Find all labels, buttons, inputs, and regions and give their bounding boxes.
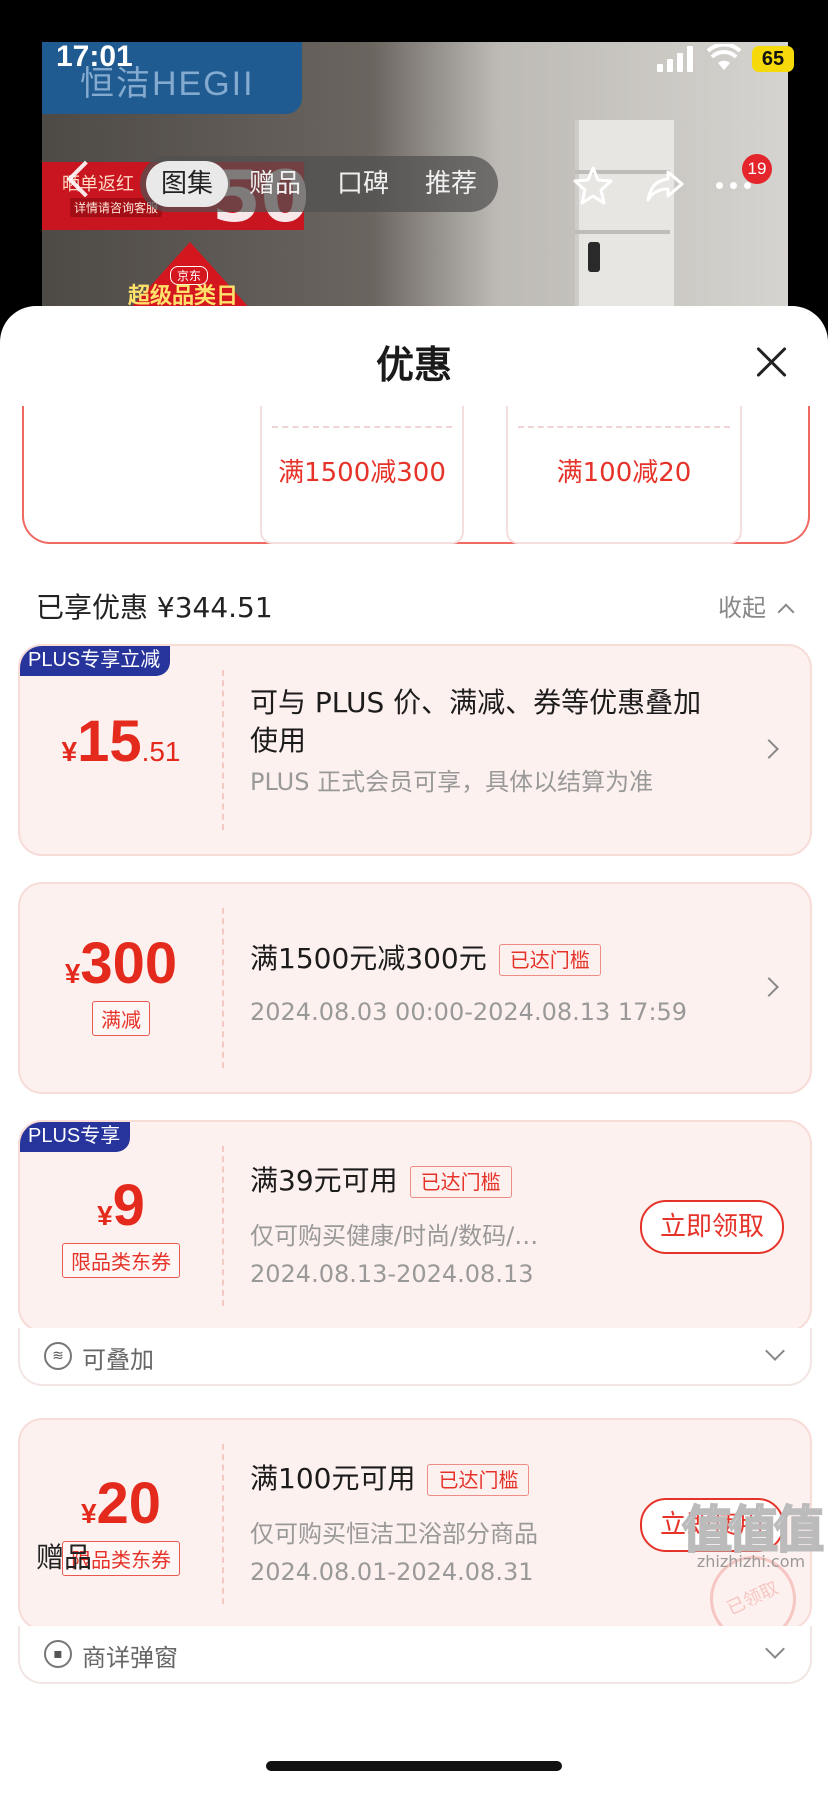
enjoyed-discount-label: 已享优惠 ¥344.51 bbox=[36, 591, 273, 624]
coupon-validity: 2024.08.01-2024.08.31 bbox=[250, 1558, 534, 1586]
mini-coupon-label: 满1500减300 bbox=[278, 458, 446, 488]
coupon-subtitle: PLUS 正式会员可享，具体以结算为准 bbox=[250, 768, 654, 796]
stackable-row[interactable]: ≋ 可叠加 bbox=[18, 1328, 812, 1386]
mini-coupon-label: 满100减20 bbox=[556, 458, 692, 488]
yen-symbol: ¥ bbox=[64, 958, 81, 989]
gifts-section-title: 赠品 bbox=[36, 1541, 93, 1574]
discount-sheet: 优惠 满1500减300 满100减20 已享优惠 ¥344.51 收起 PLU… bbox=[0, 306, 828, 1793]
collapse-button[interactable]: 收起 bbox=[718, 588, 795, 623]
star-icon[interactable] bbox=[572, 164, 614, 206]
share-icon[interactable] bbox=[644, 164, 686, 206]
threshold-met-badge: 已达门槛 bbox=[427, 1464, 530, 1496]
chevron-right-icon bbox=[759, 977, 779, 997]
stack-icon: ≋ bbox=[44, 1342, 72, 1370]
coupon-title: 可与 PLUS 价、满减、券等优惠叠加使用 bbox=[250, 686, 702, 757]
card-divider bbox=[222, 670, 224, 830]
yen-symbol: ¥ bbox=[61, 736, 78, 767]
yen-symbol: ¥ bbox=[97, 1200, 113, 1231]
coupon-title-row: 满100元可用 已达门槛 bbox=[250, 1460, 530, 1498]
coupon-title: 满100元可用 bbox=[250, 1462, 416, 1495]
claim-button[interactable]: 立即领取 bbox=[639, 1200, 784, 1254]
collapse-label: 收起 bbox=[718, 594, 766, 622]
bottle-image bbox=[588, 242, 600, 272]
coupon-card-plus-discount[interactable]: PLUS专享立减 ¥15.51 可与 PLUS 价、满减、券等优惠叠加使用 PL… bbox=[18, 644, 812, 856]
coupon-amount: ¥300 满减 bbox=[20, 930, 222, 1036]
plus-tag: PLUS专享立减 bbox=[20, 646, 171, 676]
status-time: 17:01 bbox=[56, 40, 133, 73]
notification-badge: 19 bbox=[742, 154, 772, 184]
tab-reviews[interactable]: 口碑 bbox=[322, 156, 404, 212]
popup-row[interactable]: ▪ 商详弹窗 bbox=[18, 1626, 812, 1684]
sheet-title: 优惠 bbox=[375, 343, 452, 387]
top-bezel bbox=[0, 0, 828, 42]
popup-label: 商详弹窗 bbox=[82, 1644, 178, 1672]
watermark-url: zhizhizhi.com bbox=[696, 1552, 806, 1571]
coupon-type-chip: 满减 bbox=[92, 1001, 150, 1036]
card-divider bbox=[222, 908, 224, 1068]
coupon-scope: 仅可购买恒洁卫浴部分商品 bbox=[250, 1520, 538, 1548]
close-icon[interactable] bbox=[754, 344, 790, 380]
coupon-card-category[interactable]: PLUS专享 ¥9 限品类东券 满39元可用 已达门槛 仅可购买健康/时尚/数码/… bbox=[18, 1120, 812, 1332]
mini-coupon[interactable]: 满100减20 bbox=[506, 406, 742, 544]
coupon-amount: ¥9 限品类东券 bbox=[20, 1172, 222, 1278]
more-icon[interactable] bbox=[716, 182, 756, 192]
coupon-validity: 2024.08.03 00:00-2024.08.13 17:59 bbox=[250, 998, 688, 1026]
coupon-title: 满39元可用 bbox=[250, 1164, 398, 1197]
left-bezel bbox=[0, 0, 42, 340]
wifi-icon bbox=[707, 44, 741, 70]
chevron-down-icon[interactable] bbox=[765, 1639, 785, 1659]
plus-tag: PLUS专享 bbox=[20, 1122, 131, 1152]
amount-integer: 15 bbox=[77, 709, 142, 774]
chevron-right-icon bbox=[759, 739, 779, 759]
threshold-met-badge: 已达门槛 bbox=[498, 944, 601, 976]
right-bezel bbox=[788, 0, 828, 340]
coupon-type-chip: 限品类东券 bbox=[62, 1243, 180, 1278]
shelf-line bbox=[575, 230, 670, 234]
mini-coupon[interactable]: 满1500减300 bbox=[260, 406, 464, 544]
amount-integer: 9 bbox=[112, 1173, 145, 1238]
stackable-label: 可叠加 bbox=[82, 1346, 154, 1374]
tab-gallery[interactable]: 图集 bbox=[146, 161, 228, 207]
tab-gifts[interactable]: 赠品 bbox=[234, 156, 316, 212]
coupon-title-row: 满39元可用 已达门槛 bbox=[250, 1162, 512, 1200]
amount-integer: 300 bbox=[80, 931, 178, 996]
card-divider bbox=[222, 1444, 224, 1604]
amount-decimal: .51 bbox=[141, 736, 181, 767]
coupon-card-full-reduction[interactable]: ¥300 满减 满1500元减300元 已达门槛 2024.08.03 00:00… bbox=[18, 882, 812, 1094]
battery-indicator: 65 bbox=[752, 46, 794, 72]
yen-symbol: ¥ bbox=[80, 1498, 97, 1529]
coupon-title: 满1500元减300元 bbox=[250, 942, 487, 975]
amount-integer: 20 bbox=[96, 1471, 162, 1536]
chevron-up-icon bbox=[777, 603, 795, 621]
threshold-met-badge: 已达门槛 bbox=[409, 1166, 512, 1198]
tab-recommend[interactable]: 推荐 bbox=[410, 156, 492, 212]
cellular-signal-icon bbox=[657, 46, 693, 72]
chevron-down-icon[interactable] bbox=[765, 1341, 785, 1361]
card-divider bbox=[222, 1146, 224, 1306]
ticket-icon: ▪ bbox=[44, 1640, 72, 1668]
coupon-amount: ¥15.51 bbox=[20, 708, 222, 775]
home-indicator bbox=[266, 1761, 562, 1771]
coupon-title-row: 满1500元减300元 已达门槛 bbox=[250, 940, 601, 978]
gallery-tab-bar: 图集 赠品 口碑 推荐 bbox=[140, 156, 498, 212]
coupon-validity: 2024.08.13-2024.08.13 bbox=[250, 1260, 534, 1288]
coupon-scope: 仅可购买健康/时尚/数码/… bbox=[250, 1222, 539, 1250]
